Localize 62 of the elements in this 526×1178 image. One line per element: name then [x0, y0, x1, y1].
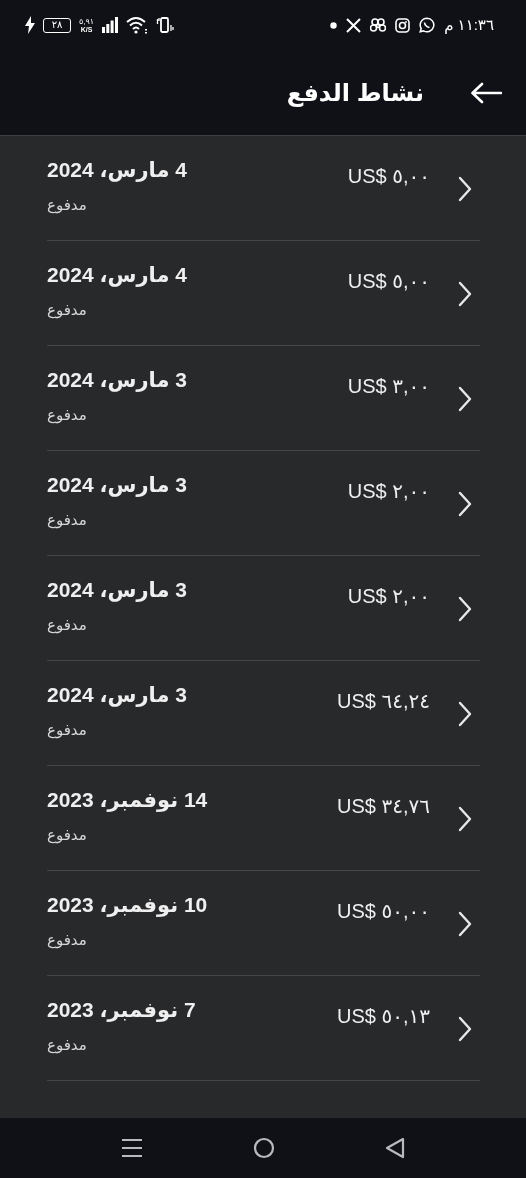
x-icon	[346, 17, 362, 33]
payment-date: 14 نوفمبر، 2023	[47, 788, 208, 812]
payment-date: 3 مارس، 2024	[47, 473, 187, 497]
payment-date: 7 نوفمبر، 2023	[47, 998, 196, 1022]
chat-icon	[419, 17, 436, 33]
notification-dot-icon	[330, 21, 338, 29]
payment-row[interactable]: 10 نوفمبر، 2023 مدفوع US$ ٥٠,٠٠	[47, 871, 480, 976]
payment-row[interactable]: 3 مارس، 2024 مدفوع US$ ٢,٠٠	[47, 556, 480, 661]
payment-status: مدفوع	[47, 1036, 87, 1054]
payment-row[interactable]: 3 مارس، 2024 مدفوع US$ ٦٤,٢٤	[47, 661, 480, 766]
menu-icon[interactable]	[121, 1138, 143, 1158]
flower-icon	[370, 17, 387, 33]
payment-row[interactable]: 7 نوفمبر، 2023 مدفوع US$ ٥٠,١٣	[47, 976, 480, 1081]
payment-row[interactable]: 14 نوفمبر، 2023 مدفوع US$ ٣٤,٧٦	[47, 766, 480, 871]
payment-amount: US$ ٥,٠٠	[347, 269, 430, 293]
chevron-icon	[458, 806, 472, 832]
back-icon[interactable]	[385, 1137, 405, 1159]
chevron-icon	[458, 911, 472, 937]
payment-amount: US$ ٢,٠٠	[347, 584, 430, 608]
payment-status: مدفوع	[47, 196, 87, 214]
camera-icon	[395, 17, 411, 33]
home-icon[interactable]	[253, 1137, 275, 1159]
payment-status: مدفوع	[47, 406, 87, 424]
battery-level: ٢٨	[51, 20, 63, 30]
payment-date: 4 مارس، 2024	[47, 263, 187, 287]
payment-amount: US$ ٦٤,٢٤	[337, 689, 430, 713]
payment-status: مدفوع	[47, 931, 87, 949]
network-speed: ٥,٩١	[79, 17, 95, 26]
chevron-icon	[458, 596, 472, 622]
payment-row[interactable]: 3 مارس، 2024 مدفوع US$ ٢,٠٠	[47, 451, 480, 556]
chevron-icon	[458, 1016, 472, 1042]
payment-amount: US$ ٥٠,١٣	[337, 1004, 430, 1028]
back-button[interactable]	[470, 81, 502, 104]
payment-amount: US$ ٥٠,٠٠	[337, 899, 430, 923]
payment-amount: US$ ٥,٠٠	[347, 164, 430, 188]
chevron-icon	[458, 386, 472, 412]
vibrate-icon	[156, 17, 175, 33]
wifi-icon	[126, 16, 149, 34]
payment-date: 3 مارس، 2024	[47, 683, 187, 707]
chevron-icon	[458, 176, 472, 202]
clock: ١١:٣٦ م	[444, 16, 494, 34]
payment-status: مدفوع	[47, 721, 87, 739]
payment-date: 3 مارس، 2024	[47, 368, 187, 392]
payment-date: 3 مارس، 2024	[47, 578, 187, 602]
chevron-icon	[458, 491, 472, 517]
chevron-icon	[458, 281, 472, 307]
payment-row[interactable]: 4 مارس، 2024 مدفوع US$ ٥,٠٠	[47, 241, 480, 346]
payment-status: مدفوع	[47, 616, 87, 634]
payment-amount: US$ ٢,٠٠	[347, 479, 430, 503]
page-title: نشاط الدفع	[286, 78, 424, 107]
payment-status: مدفوع	[47, 826, 87, 844]
payment-row[interactable]: 4 مارس، 2024 مدفوع US$ ٥,٠٠	[47, 136, 480, 241]
chevron-icon	[458, 701, 472, 727]
signal-icon	[102, 17, 119, 33]
payment-row[interactable]: 3 مارس، 2024 مدفوع US$ ٣,٠٠	[47, 346, 480, 451]
payment-status: مدفوع	[47, 301, 87, 319]
payment-date: 4 مارس، 2024	[47, 158, 187, 182]
charging-icon	[25, 16, 35, 34]
payment-amount: US$ ٣٤,٧٦	[337, 794, 430, 818]
payment-date: 10 نوفمبر، 2023	[47, 893, 208, 917]
payment-amount: US$ ٣,٠٠	[347, 374, 430, 398]
payment-status: مدفوع	[47, 511, 87, 529]
